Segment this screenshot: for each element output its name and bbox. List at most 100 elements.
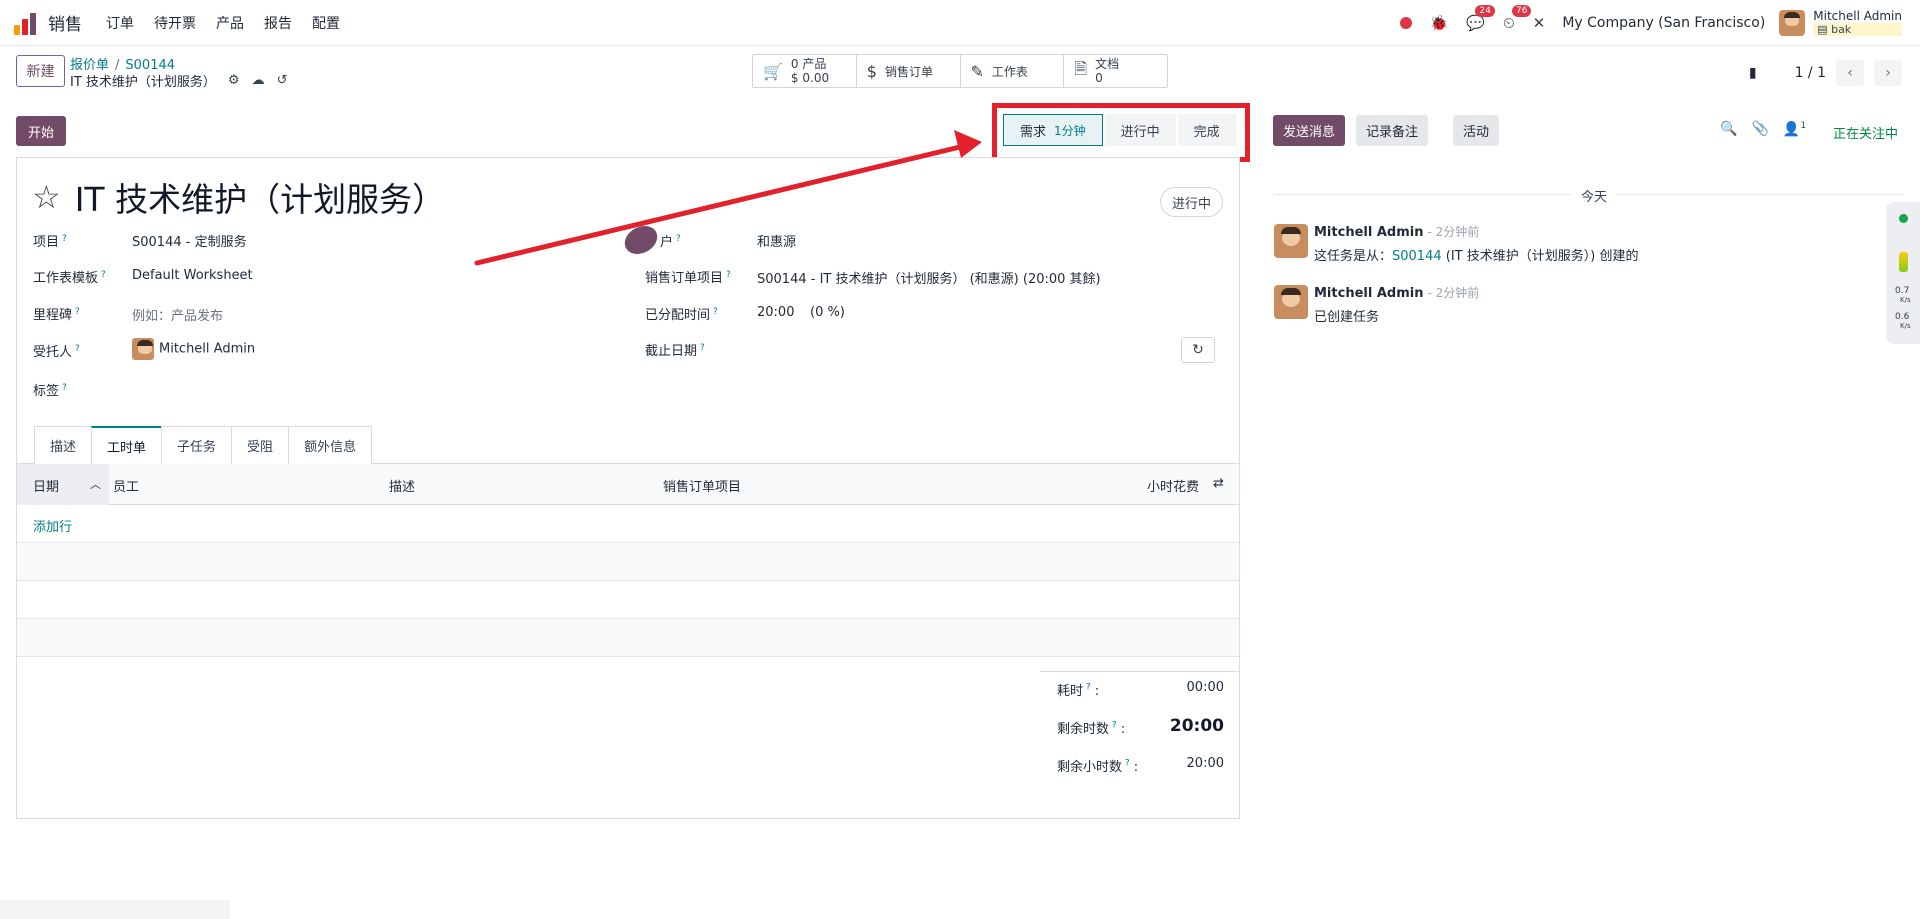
notebook-tabs: 描述 工时单 子任务 受阻 额外信息 (34, 426, 373, 464)
worksheet-template-field[interactable]: Default Worksheet (132, 268, 253, 283)
column-description[interactable]: 描述 (389, 476, 415, 495)
pager-previous-button[interactable]: ‹ (1836, 60, 1864, 86)
main-menu: 订单 待开票 产品 报告 配置 (96, 13, 350, 33)
activities-icon[interactable]: ⏲ 76 (1503, 5, 1532, 32)
user-avatar[interactable] (1779, 10, 1806, 36)
search-icon[interactable]: 🔍 (1720, 121, 1737, 138)
sales-order-item-field[interactable]: S00144 - IT 技术维护（计划服务） (和惠源) (20:00 其餘) (757, 268, 1101, 287)
time-spent-label: 耗时 ? : (1057, 682, 1100, 699)
discard-icon[interactable]: ↺ (277, 73, 288, 88)
message-body: 这任务是从：S00144 (IT 技术维护（计划服务）) 创建的 (1314, 249, 1639, 264)
top-navbar: 销售 订单 待开票 产品 报告 配置 🐞 💬 24 ⏲ 76 ✕ My Compan… (0, 0, 1920, 46)
current-record-name: IT 技术维护（计划服务） (70, 75, 216, 90)
documents-smart-button[interactable]: 🗎 文档 0 (1064, 55, 1167, 87)
worksheet-template-label: 工作表模板? (33, 269, 106, 286)
message-author[interactable]: Mitchell Admin - 2分钟前 (1314, 284, 1479, 301)
menu-item-products[interactable]: 产品 (206, 13, 254, 33)
task-state-button[interactable]: 进行中 (1160, 187, 1223, 217)
allocated-hours-label: 已分配时间? (645, 306, 718, 323)
chatter-toolbar: 🔍 📎 👤1 (1720, 121, 1806, 138)
menu-item-to-invoice[interactable]: 待开票 (144, 13, 206, 33)
record-dot-icon[interactable] (1399, 17, 1412, 29)
sales-order-smart-button[interactable]: $ 销售订单 (857, 55, 961, 87)
company-switcher[interactable]: My Company (San Francisco) (1562, 15, 1765, 31)
customer-field[interactable]: 和惠源 (757, 231, 796, 250)
timesheet-table-header: 日期 ︿ 员工 描述 销售订单项目 小时花费 ⇄ (17, 464, 1239, 505)
user-menu[interactable]: Mitchell Admin ▤ bak (1813, 10, 1902, 36)
pager-next-button[interactable]: › (1874, 60, 1902, 86)
sales-order-link[interactable]: S00144 (1392, 249, 1442, 264)
refresh-icon[interactable]: ↻ (1181, 337, 1215, 363)
assignee-field[interactable]: Mitchell Admin (132, 338, 255, 360)
download-speed: 0.6 (1895, 312, 1910, 322)
column-employee[interactable]: 员工 (113, 476, 139, 495)
paperclip-icon[interactable]: 📎 (1751, 121, 1768, 138)
allocated-percent: (0 %) (810, 305, 845, 320)
time-spent-value: 00:00 (1186, 680, 1224, 695)
tags-label: 标签? (33, 382, 67, 399)
menu-item-reporting[interactable]: 报告 (254, 13, 302, 33)
column-sales-order-item[interactable]: 销售订单项目 (663, 476, 741, 495)
menu-item-configuration[interactable]: 配置 (302, 13, 350, 33)
bug-icon[interactable]: 🐞 (1430, 14, 1449, 32)
tools-icon[interactable]: ✕ (1533, 14, 1546, 32)
customer-label: 户? (660, 233, 681, 250)
send-message-button[interactable]: 发送消息 (1273, 115, 1346, 146)
gear-icon[interactable]: ⚙ (228, 73, 240, 88)
remaining-hours-label: 剩余时数 ? : (1057, 720, 1126, 737)
network-monitor-widget[interactable]: 0.7 K/s 0.6 K/s (1886, 202, 1920, 344)
totals-divider (1040, 671, 1239, 672)
sort-asc-icon: ︿ (90, 478, 101, 491)
column-hours-spent[interactable]: 小时花费 (1147, 476, 1199, 495)
project-field[interactable]: S00144 - 定制服务 (132, 231, 247, 250)
gauge-icon (1899, 252, 1908, 272)
message-avatar[interactable] (1274, 224, 1308, 258)
tab-timesheets[interactable]: 工时单 (91, 426, 163, 464)
upload-speed: 0.7 (1895, 286, 1910, 296)
project-label: 项目? (33, 233, 67, 250)
milestone-field[interactable]: 例如：产品发布 (132, 305, 223, 324)
dollar-icon: $ (866, 61, 877, 81)
allocated-hours-field[interactable]: 20:00 (757, 305, 794, 320)
document-icon: 🗎 (1074, 58, 1088, 78)
app-logo-icon[interactable] (14, 11, 38, 35)
worksheet-smart-button[interactable]: ✎ 工作表 (961, 55, 1065, 87)
optional-columns-icon[interactable]: ⇄ (1213, 476, 1224, 491)
table-row (17, 505, 1239, 543)
task-title[interactable]: IT 技术维护（计划服务） (75, 173, 445, 221)
tab-blocked-by[interactable]: 受阻 (231, 426, 290, 464)
task-title-row: ☆ IT 技术维护（计划服务） (32, 173, 445, 221)
tab-description[interactable]: 描述 (34, 426, 93, 464)
followers-icon[interactable]: 👤1 (1783, 121, 1806, 138)
add-line-link[interactable]: 添加行 (33, 516, 72, 535)
message-body: 已创建任务 (1314, 310, 1380, 325)
new-button[interactable]: 新建 (16, 55, 65, 87)
database-name: ▤ bak (1813, 23, 1902, 36)
products-smart-button[interactable]: 🛒 0 产品 $ 0.00 (753, 55, 857, 87)
messages-badge: 24 (1475, 5, 1495, 17)
log-note-button[interactable]: 记录备注 (1356, 115, 1429, 146)
activity-button[interactable]: 活动 (1453, 115, 1500, 146)
tab-extra-info[interactable]: 额外信息 (288, 426, 373, 464)
messages-icon[interactable]: 💬 24 (1466, 5, 1495, 32)
tab-subtasks[interactable]: 子任务 (161, 426, 233, 464)
upload-unit: K/s (1900, 296, 1911, 304)
bookmark-icon[interactable]: ▮ (1749, 65, 1757, 81)
app-name[interactable]: 销售 (48, 10, 82, 35)
table-row (17, 581, 1239, 619)
assignee-avatar (132, 338, 154, 360)
save-cloud-icon[interactable]: ☁ (252, 73, 265, 88)
start-timer-button[interactable]: 开始 (16, 116, 66, 146)
pager-value[interactable]: 1 / 1 (1795, 65, 1826, 81)
message-avatar[interactable] (1274, 285, 1308, 319)
deadline-label: 截止日期? (645, 342, 705, 359)
pager: ▮ 1 / 1 ‹ › (1749, 60, 1902, 86)
column-date[interactable]: 日期 (33, 476, 59, 495)
message-author[interactable]: Mitchell Admin - 2分钟前 (1314, 223, 1479, 240)
status-url-bar (0, 900, 230, 919)
milestone-label: 里程碑? (33, 306, 80, 323)
menu-item-orders[interactable]: 订单 (96, 13, 144, 33)
activities-badge: 76 (1512, 5, 1532, 17)
star-icon[interactable]: ☆ (32, 178, 61, 216)
following-toggle[interactable]: 正在关注中 (1833, 123, 1898, 142)
